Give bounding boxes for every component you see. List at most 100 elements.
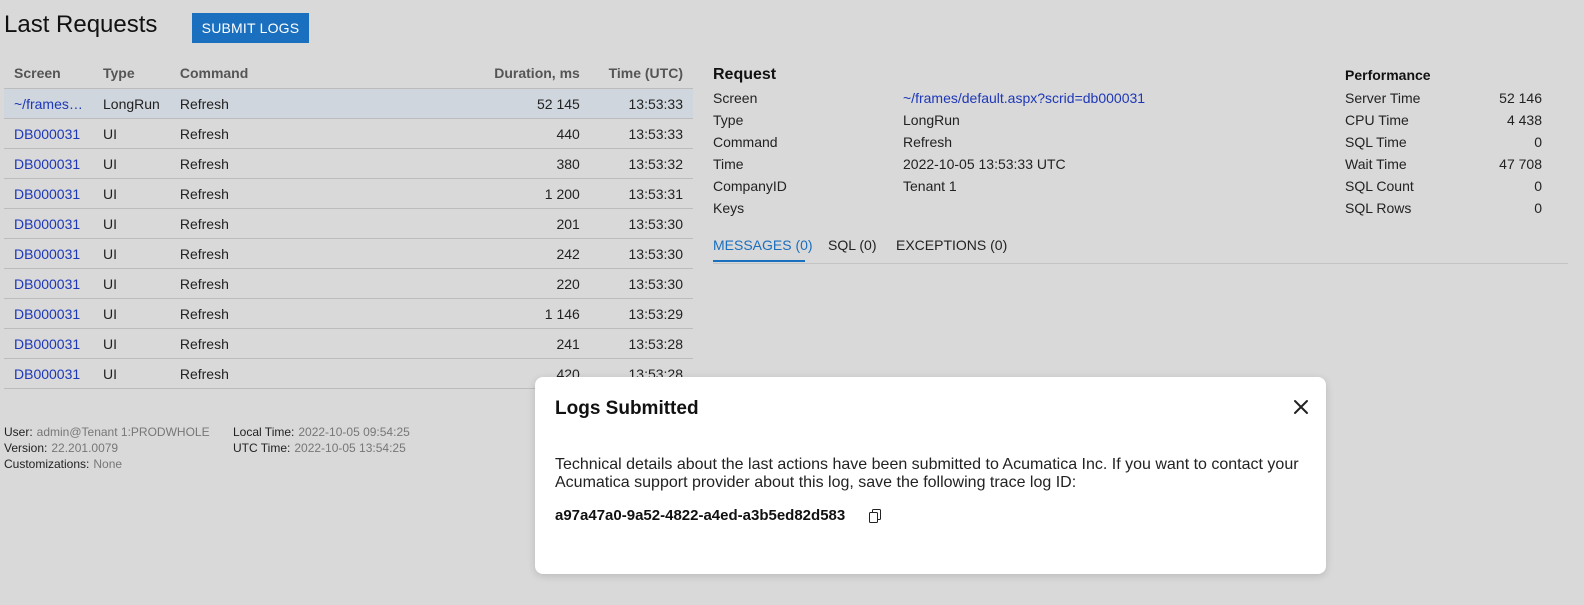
row-command: Refresh [169,208,350,239]
active-tab-indicator [713,260,805,262]
row-screen-link[interactable]: DB000031 [4,118,93,149]
row-command: Refresh [169,268,350,299]
row-time: 13:53:32 [589,148,693,179]
tab-exceptions[interactable]: EXCEPTIONS (0) [896,237,1007,253]
row-screen-link[interactable]: DB000031 [4,208,93,239]
row-duration: 440 [349,118,590,149]
request-title: Request [713,66,777,83]
row-command: Refresh [169,298,350,329]
table-row[interactable]: DB000031 UI Refresh 380 13:53:32 [4,148,693,179]
tab-messages[interactable]: MESSAGES (0) [713,237,813,253]
col-screen-header[interactable]: Screen [4,58,93,89]
table-row[interactable]: ~/frames/default.aspx?scrid=db000031 Lon… [4,88,693,119]
performance-title: Performance [1345,67,1431,83]
perf-server-time-label: Server Time [1345,90,1421,106]
perf-sql-rows-value: 0 [1534,200,1542,216]
row-time: 13:53:30 [589,208,693,239]
row-type: UI [93,328,170,359]
perf-sql-time-value: 0 [1534,134,1542,150]
row-duration: 1 146 [349,298,590,329]
perf-server-time-value: 52 146 [1499,90,1542,106]
utc-time-value: 2022-10-05 13:54:25 [294,441,406,455]
row-screen-link[interactable]: DB000031 [4,238,93,269]
row-time: 13:53:30 [589,268,693,299]
request-type-label: Type [713,112,744,128]
request-screen-link[interactable]: ~/frames/default.aspx?scrid=db000031 [903,90,1145,106]
perf-cpu-time-label: CPU Time [1345,112,1409,128]
version-info: Version: 22.201.0079 [4,441,118,455]
row-screen-link[interactable]: DB000031 [4,178,93,209]
page-title: Last Requests [4,11,158,38]
row-screen-link[interactable]: DB000031 [4,148,93,179]
row-screen-link[interactable]: ~/frames/default.aspx?scrid=db000031 [4,88,93,119]
perf-sql-count-label: SQL Count [1345,178,1414,194]
version-value: 22.201.0079 [51,441,119,455]
request-company-value: Tenant 1 [903,178,957,194]
dialog-title: Logs Submitted [555,398,699,419]
table-header-row: Screen Type Command Duration, ms Time (U… [4,58,693,89]
customizations-info: Customizations: None [4,457,122,471]
request-company-label: CompanyID [713,178,787,194]
col-command-header[interactable]: Command [170,58,350,89]
row-time: 13:53:33 [589,88,693,119]
dialog-message: Technical details about the last actions… [555,456,1299,491]
row-duration: 242 [349,238,590,269]
row-time: 13:53:30 [589,238,693,269]
user-info: User: admin@Tenant 1:PRODWHOLE [4,425,210,439]
table-row[interactable]: DB000031 UI Refresh 241 13:53:28 [4,328,693,359]
table-row[interactable]: DB000031 UI Refresh 201 13:53:30 [4,208,693,239]
customizations-label: Customizations: [4,457,90,471]
row-type: UI [93,208,170,239]
row-duration: 380 [349,148,590,179]
row-screen-link[interactable]: DB000031 [4,298,93,329]
request-command-label: Command [713,134,778,150]
perf-wait-time-value: 47 708 [1499,156,1542,172]
tab-sql[interactable]: SQL (0) [828,237,877,253]
row-command: Refresh [169,238,350,269]
perf-sql-time-label: SQL Time [1345,134,1407,150]
customizations-value: None [93,457,123,471]
row-screen-link[interactable]: DB000031 [4,358,93,389]
row-screen-link[interactable]: DB000031 [4,268,93,299]
trace-log-id: a97a47a0-9a52-4822-a4ed-a3b5ed82d583 [555,507,846,524]
table-row[interactable]: DB000031 UI Refresh 1 146 13:53:29 [4,298,693,329]
local-time-label: Local Time: [233,425,295,439]
row-duration: 241 [349,328,590,359]
table-row[interactable]: DB000031 UI Refresh 1 200 13:53:31 [4,178,693,209]
row-command: Refresh [169,88,350,119]
close-icon[interactable] [1293,399,1309,415]
request-screen-label: Screen [713,90,758,106]
requests-table: Screen Type Command Duration, ms Time (U… [4,58,693,389]
row-type: UI [93,148,170,179]
row-duration: 201 [349,208,590,239]
row-command: Refresh [169,118,350,149]
row-duration: 220 [349,268,590,299]
col-type-header[interactable]: Type [93,58,170,89]
user-value: admin@Tenant 1:PRODWHOLE [36,425,210,439]
row-time: 13:53:31 [589,178,693,209]
logs-submitted-dialog: Logs Submitted Technical details about t… [535,377,1326,574]
table-row[interactable]: DB000031 UI Refresh 440 13:53:33 [4,118,693,149]
row-time: 13:53:29 [589,298,693,329]
table-row[interactable]: DB000031 UI Refresh 220 13:53:30 [4,268,693,299]
row-screen-link[interactable]: DB000031 [4,328,93,359]
row-type: UI [93,178,170,209]
row-time: 13:53:28 [589,328,693,359]
row-type: UI [93,118,170,149]
row-type: UI [93,238,170,269]
copy-icon[interactable] [869,509,881,523]
row-type: UI [93,268,170,299]
request-type-value: LongRun [903,112,960,128]
row-command: Refresh [169,358,350,389]
version-label: Version: [4,441,48,455]
perf-cpu-time-value: 4 438 [1506,112,1542,128]
col-duration-header[interactable]: Duration, ms [350,58,590,89]
perf-sql-rows-label: SQL Rows [1345,200,1412,216]
row-type: UI [93,298,170,329]
col-time-header[interactable]: Time (UTC) [590,58,693,89]
row-time: 13:53:33 [589,118,693,149]
submit-logs-button[interactable]: SUBMIT LOGS [192,13,309,43]
request-command-value: Refresh [903,134,953,150]
table-row[interactable]: DB000031 UI Refresh 242 13:53:30 [4,238,693,269]
detail-tabs: MESSAGES (0) SQL (0) EXCEPTIONS (0) [713,231,1568,264]
